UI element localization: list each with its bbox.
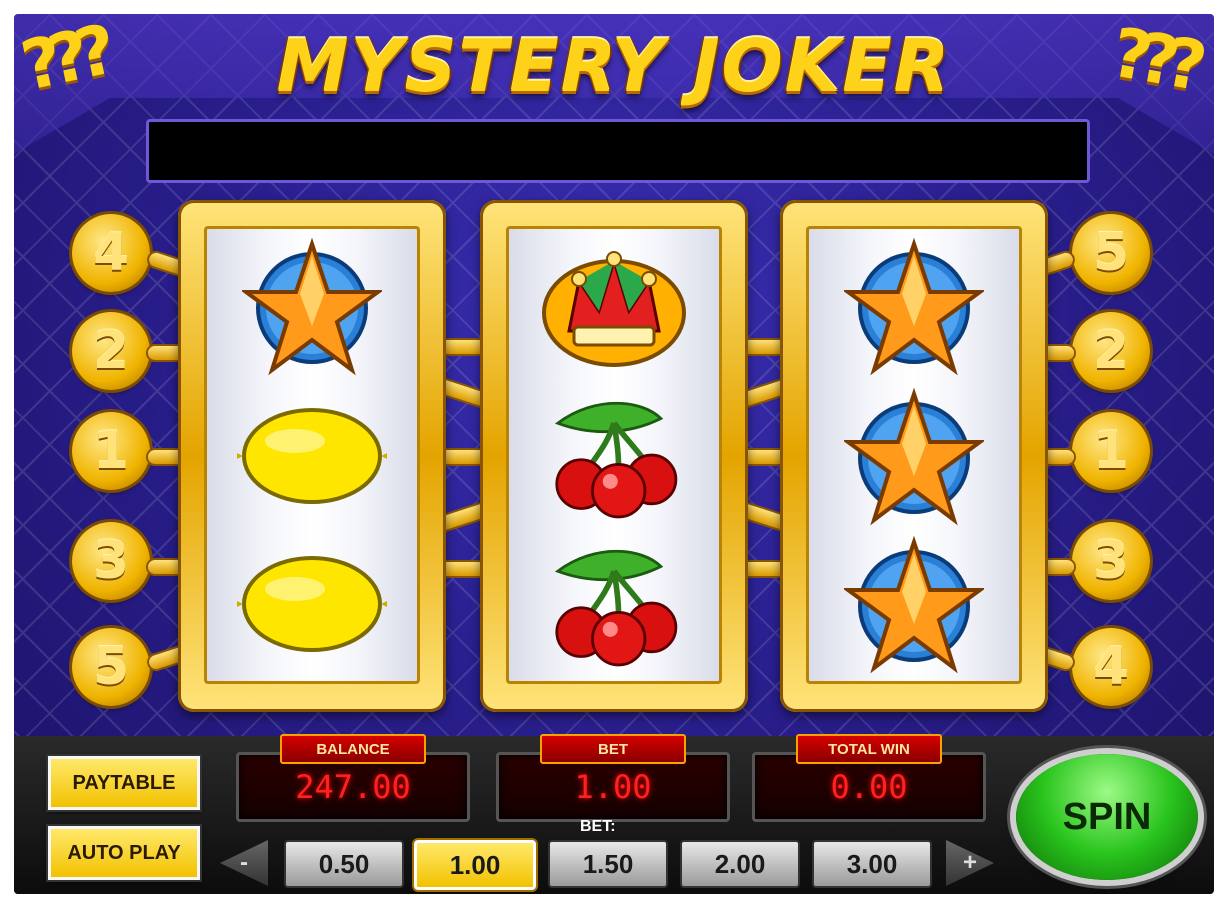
reel-3 xyxy=(806,226,1022,684)
bet-selector-label: BET: xyxy=(580,818,616,835)
payline-badge-left-3[interactable]: 1 xyxy=(72,412,150,490)
balance-label: BALANCE xyxy=(280,734,426,764)
message-bar xyxy=(146,119,1090,183)
bet-label: BET xyxy=(540,734,686,764)
bet-option-3-00[interactable]: 3.00 xyxy=(812,840,932,888)
paytable-button[interactable]: PAYTABLE xyxy=(48,756,200,810)
bet-option-1-50[interactable]: 1.50 xyxy=(548,840,668,888)
bet-option-1-00[interactable]: 1.00 xyxy=(414,840,536,890)
payline-badge-left-4[interactable]: 3 xyxy=(72,522,150,600)
reel-frame-2 xyxy=(480,200,748,712)
bet-meter: 1.00 BET xyxy=(496,734,730,826)
star-icon xyxy=(839,534,989,674)
payline-badge-right-4[interactable]: 3 xyxy=(1072,522,1150,600)
lemon-icon xyxy=(237,534,387,674)
autoplay-button[interactable]: AUTO PLAY xyxy=(48,826,200,880)
total-win-meter: 0.00 TOTAL WIN xyxy=(752,734,986,826)
payline-badge-left-2[interactable]: 2 xyxy=(72,312,150,390)
payline-badge-left-1[interactable]: 4 xyxy=(72,214,150,292)
game-window: ??? ??? MYSTERY JOKER 4 2 1 3 5 5 2 1 3 … xyxy=(14,14,1214,894)
reel-2 xyxy=(506,226,722,684)
bet-option-0-50[interactable]: 0.50 xyxy=(284,840,404,888)
cherries-icon xyxy=(539,386,689,526)
payline-badge-left-5[interactable]: 5 xyxy=(72,628,150,706)
payline-badge-right-5[interactable]: 4 xyxy=(1072,628,1150,706)
reel-frame-1 xyxy=(178,200,446,712)
cherries-icon xyxy=(539,534,689,674)
star-icon xyxy=(839,386,989,526)
payline-badge-right-2[interactable]: 2 xyxy=(1072,312,1150,390)
payline-badge-right-1[interactable]: 5 xyxy=(1072,214,1150,292)
reel-frame-3 xyxy=(780,200,1048,712)
star-icon xyxy=(839,236,989,376)
joker-icon xyxy=(539,236,689,376)
total-win-label: TOTAL WIN xyxy=(796,734,942,764)
bet-option-2-00[interactable]: 2.00 xyxy=(680,840,800,888)
lemon-icon xyxy=(237,386,387,526)
reel-1 xyxy=(204,226,420,684)
balance-meter: 247.00 BALANCE xyxy=(236,734,470,826)
spin-button[interactable]: SPIN xyxy=(1016,754,1198,880)
game-title: MYSTERY JOKER xyxy=(276,24,952,108)
star-icon xyxy=(237,236,387,376)
payline-badge-right-3[interactable]: 1 xyxy=(1072,412,1150,490)
